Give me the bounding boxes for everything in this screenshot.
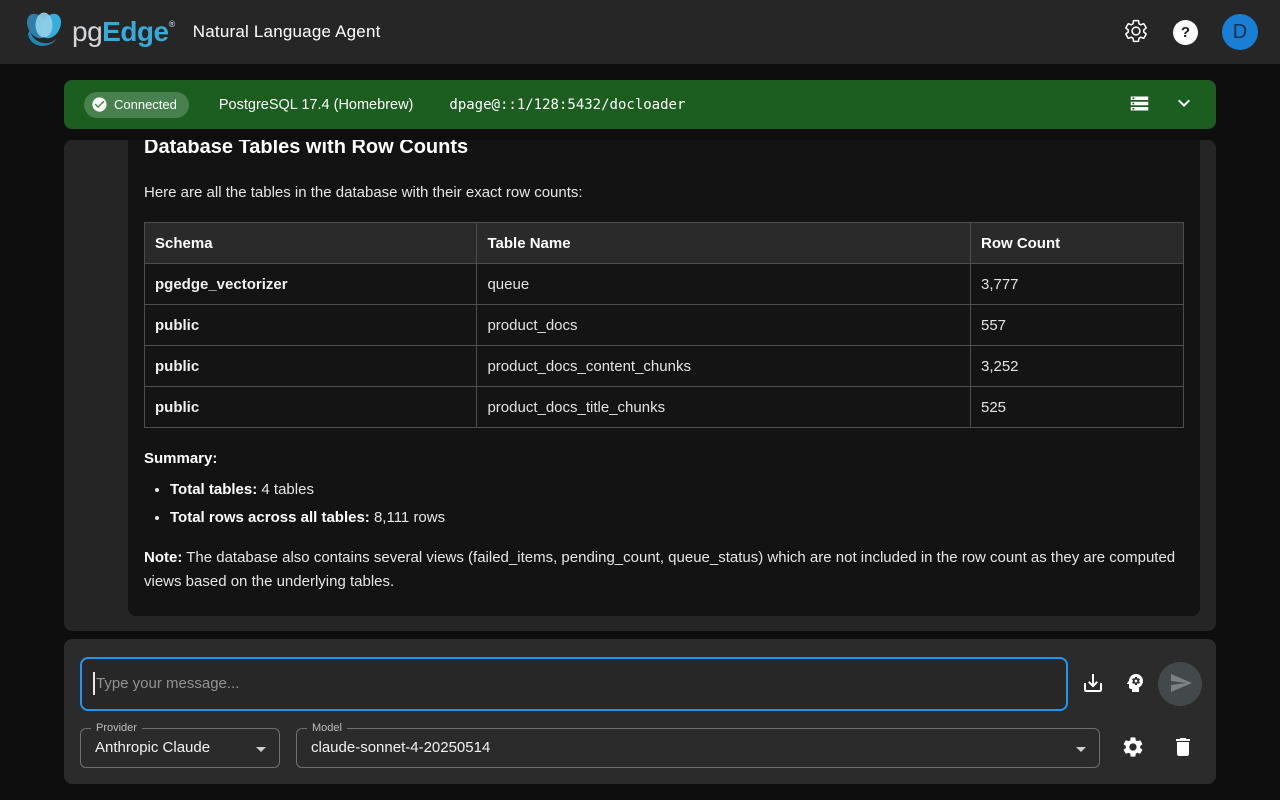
dropdown-arrow-icon <box>249 737 273 766</box>
check-circle-icon <box>91 96 108 113</box>
psychology-head-gear-icon <box>1123 671 1147 698</box>
cell-schema: pgedge_vectorizer <box>145 264 477 305</box>
ai-insights-button[interactable] <box>1115 664 1155 704</box>
cell-table-name: product_docs_title_chunks <box>477 387 971 428</box>
send-button[interactable] <box>1158 662 1202 706</box>
table-row: pgedge_vectorizer queue 3,777 <box>145 264 1184 305</box>
cell-schema: public <box>145 387 477 428</box>
note-text: The database also contains several views… <box>144 549 1175 590</box>
cell-schema: public <box>145 346 477 387</box>
gear-outline-icon <box>1123 18 1149 47</box>
table-row: public product_docs_title_chunks 525 <box>145 387 1184 428</box>
logo-text-pg: pg <box>72 16 102 47</box>
chevron-down-icon <box>1172 91 1196 118</box>
message-input[interactable] <box>80 657 1068 711</box>
summary-list: Total tables: 4 tables Total rows across… <box>144 476 1184 532</box>
row-counts-table: Schema Table Name Row Count pgedge_vecto… <box>144 222 1184 428</box>
cell-table-name: product_docs_content_chunks <box>477 346 971 387</box>
text-caret <box>93 672 95 695</box>
cell-row-count: 3,252 <box>970 346 1183 387</box>
user-avatar[interactable]: D <box>1222 14 1258 50</box>
note-label: Note: <box>144 549 182 566</box>
model-settings-button[interactable] <box>1113 728 1153 768</box>
gear-filled-icon <box>1121 735 1145 762</box>
connection-string: dpage@::1/128:5432/docloader <box>449 97 685 113</box>
summary-item-label: Total rows across all tables: <box>170 509 370 526</box>
cell-schema: public <box>145 305 477 346</box>
message-heading: Database Tables with Row Counts <box>144 140 1184 160</box>
provider-select[interactable]: Provider Anthropic Claude <box>80 728 280 768</box>
appbar-actions: ? D <box>1123 14 1258 50</box>
cell-row-count: 525 <box>970 387 1183 428</box>
column-header-schema: Schema <box>145 223 477 264</box>
model-select-label: Model <box>307 721 347 736</box>
connection-bar-actions <box>1129 91 1196 118</box>
app-screen: pgEdge® Natural Language Agent ? D <box>0 0 1280 800</box>
send-icon <box>1167 671 1193 698</box>
pgedge-logo: pgEdge® <box>22 10 175 55</box>
server-version-label: PostgreSQL 17.4 (Homebrew) <box>219 97 414 113</box>
provider-select-label: Provider <box>91 721 142 736</box>
dropdown-arrow-icon <box>1069 737 1093 766</box>
connection-bar: Connected PostgreSQL 17.4 (Homebrew) dpa… <box>64 80 1216 129</box>
app-header: pgEdge® Natural Language Agent ? D <box>0 0 1280 64</box>
column-header-table-name: Table Name <box>477 223 971 264</box>
connection-status-badge: Connected <box>84 92 189 118</box>
collapse-connection-button[interactable] <box>1172 91 1196 118</box>
settings-button[interactable] <box>1123 18 1149 47</box>
table-row: public product_docs 557 <box>145 305 1184 346</box>
download-icon <box>1081 671 1105 698</box>
connection-details-button[interactable] <box>1129 93 1150 117</box>
summary-item: Total rows across all tables: 8,111 rows <box>170 504 1184 532</box>
pgedge-logo-text: pgEdge® <box>72 18 175 46</box>
summary-item-label: Total tables: <box>170 481 257 498</box>
pgedge-brand-mark-icon <box>22 10 66 55</box>
column-header-row-count: Row Count <box>970 223 1183 264</box>
cell-table-name: queue <box>477 264 971 305</box>
logo-text-edge: Edge <box>102 16 168 47</box>
chat-scroll-area[interactable]: Database Tables with Row Counts Here are… <box>64 140 1216 631</box>
status-label: Connected <box>114 97 177 112</box>
avatar-letter: D <box>1233 21 1247 44</box>
summary-item-value: 8,111 rows <box>370 509 445 526</box>
storage-list-icon <box>1129 93 1150 117</box>
clear-chat-button[interactable] <box>1163 728 1203 768</box>
help-button[interactable]: ? <box>1173 20 1198 45</box>
message-input-wrap <box>80 657 1068 711</box>
logo-registered-mark: ® <box>169 19 175 29</box>
table-header-row: Schema Table Name Row Count <box>145 223 1184 264</box>
table-row: public product_docs_content_chunks 3,252 <box>145 346 1184 387</box>
message-intro: Here are all the tables in the database … <box>144 182 1184 204</box>
export-chat-button[interactable] <box>1073 664 1113 704</box>
trash-icon <box>1171 735 1195 762</box>
help-icon: ? <box>1173 20 1198 45</box>
composer-panel: Provider Anthropic Claude Model claude-s… <box>64 639 1216 784</box>
summary-heading: Summary: <box>144 448 1184 470</box>
assistant-message-card: Database Tables with Row Counts Here are… <box>128 140 1200 616</box>
model-select[interactable]: Model claude-sonnet-4-20250514 <box>296 728 1100 768</box>
summary-item-value: 4 tables <box>257 481 314 498</box>
cell-row-count: 557 <box>970 305 1183 346</box>
note-paragraph: Note: The database also contains several… <box>144 546 1184 594</box>
app-title: Natural Language Agent <box>193 22 381 42</box>
cell-table-name: product_docs <box>477 305 971 346</box>
cell-row-count: 3,777 <box>970 264 1183 305</box>
summary-item: Total tables: 4 tables <box>170 476 1184 504</box>
model-select-value: claude-sonnet-4-20250514 <box>297 729 1099 767</box>
